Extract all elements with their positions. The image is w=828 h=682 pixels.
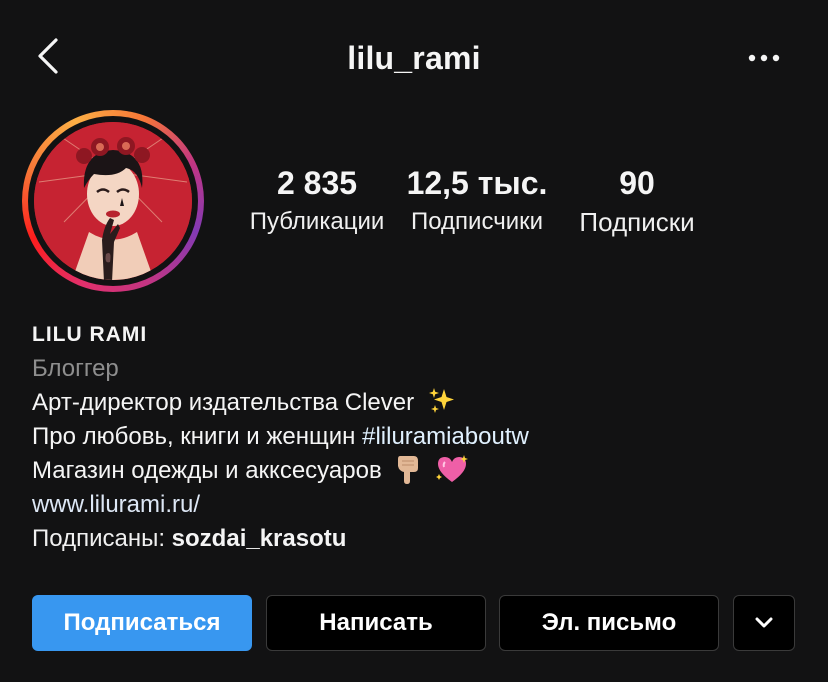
sparkling-heart-emoji bbox=[436, 455, 469, 482]
stat-posts[interactable]: 2 835 Публикации bbox=[242, 165, 392, 239]
username-title: lilu_rami bbox=[347, 40, 481, 76]
stat-posts-value: 2 835 bbox=[276, 165, 358, 201]
bio-line-2: Про любовь, книги и женщин #liluramiabou… bbox=[32, 420, 812, 454]
bio-line-3-text: Магазин одежды и акксесуаров bbox=[32, 457, 382, 484]
followed-by-label: Подписаны: bbox=[32, 525, 172, 552]
more-options-button[interactable] bbox=[744, 44, 784, 72]
stat-followers-label: Подписчики bbox=[410, 208, 544, 235]
top-bar: lilu_rami bbox=[0, 22, 828, 94]
bio: LILU RAMI Блоггер Арт-директор издательс… bbox=[32, 322, 812, 556]
message-button[interactable]: Написать bbox=[266, 595, 486, 651]
chevron-down-icon bbox=[755, 617, 773, 628]
stat-posts-label: Публикации bbox=[249, 208, 385, 235]
stat-followers[interactable]: 12,5 тыс. Подписчики bbox=[402, 165, 552, 239]
email-button[interactable]: Эл. письмо bbox=[499, 595, 719, 651]
profile-illustration bbox=[34, 122, 192, 280]
bio-line-1: Арт-директор издательства Clever bbox=[32, 386, 812, 420]
avatar-image bbox=[34, 122, 192, 280]
follow-button[interactable]: Подписаться bbox=[32, 595, 252, 651]
website-link[interactable]: www.lilurami.ru/ bbox=[32, 488, 812, 522]
stat-following-value: 90 bbox=[619, 165, 655, 201]
stat-following[interactable]: 90 Подписки bbox=[562, 165, 712, 239]
sparkles-emoji bbox=[428, 388, 454, 413]
followed-by: Подписаны: sozdai_krasotu bbox=[32, 522, 812, 556]
suggested-accounts-button[interactable] bbox=[733, 595, 795, 651]
bio-line-3: Магазин одежды и акксесуаров bbox=[32, 454, 812, 488]
profile-name: LILU RAMI bbox=[32, 323, 148, 346]
followed-by-user-link[interactable]: sozdai_krasotu bbox=[172, 525, 347, 552]
profile-category: Блоггер bbox=[32, 355, 119, 382]
more-horizontal-icon bbox=[748, 54, 780, 62]
hashtag-link[interactable]: #liluramiaboutw bbox=[362, 423, 529, 450]
pointing-down-emoji bbox=[398, 456, 419, 484]
stat-followers-value: 12,5 тыс. bbox=[406, 165, 548, 201]
profile-screen: lilu_rami 2 835 Публикации 12,5 тыс. Под… bbox=[0, 0, 828, 682]
bio-line-2-text: Про любовь, книги и женщин bbox=[32, 423, 363, 450]
bio-line-1-text: Арт-директор издательства Clever bbox=[32, 389, 415, 416]
stat-following-label: Подписки bbox=[579, 207, 695, 237]
avatar[interactable] bbox=[22, 110, 204, 292]
